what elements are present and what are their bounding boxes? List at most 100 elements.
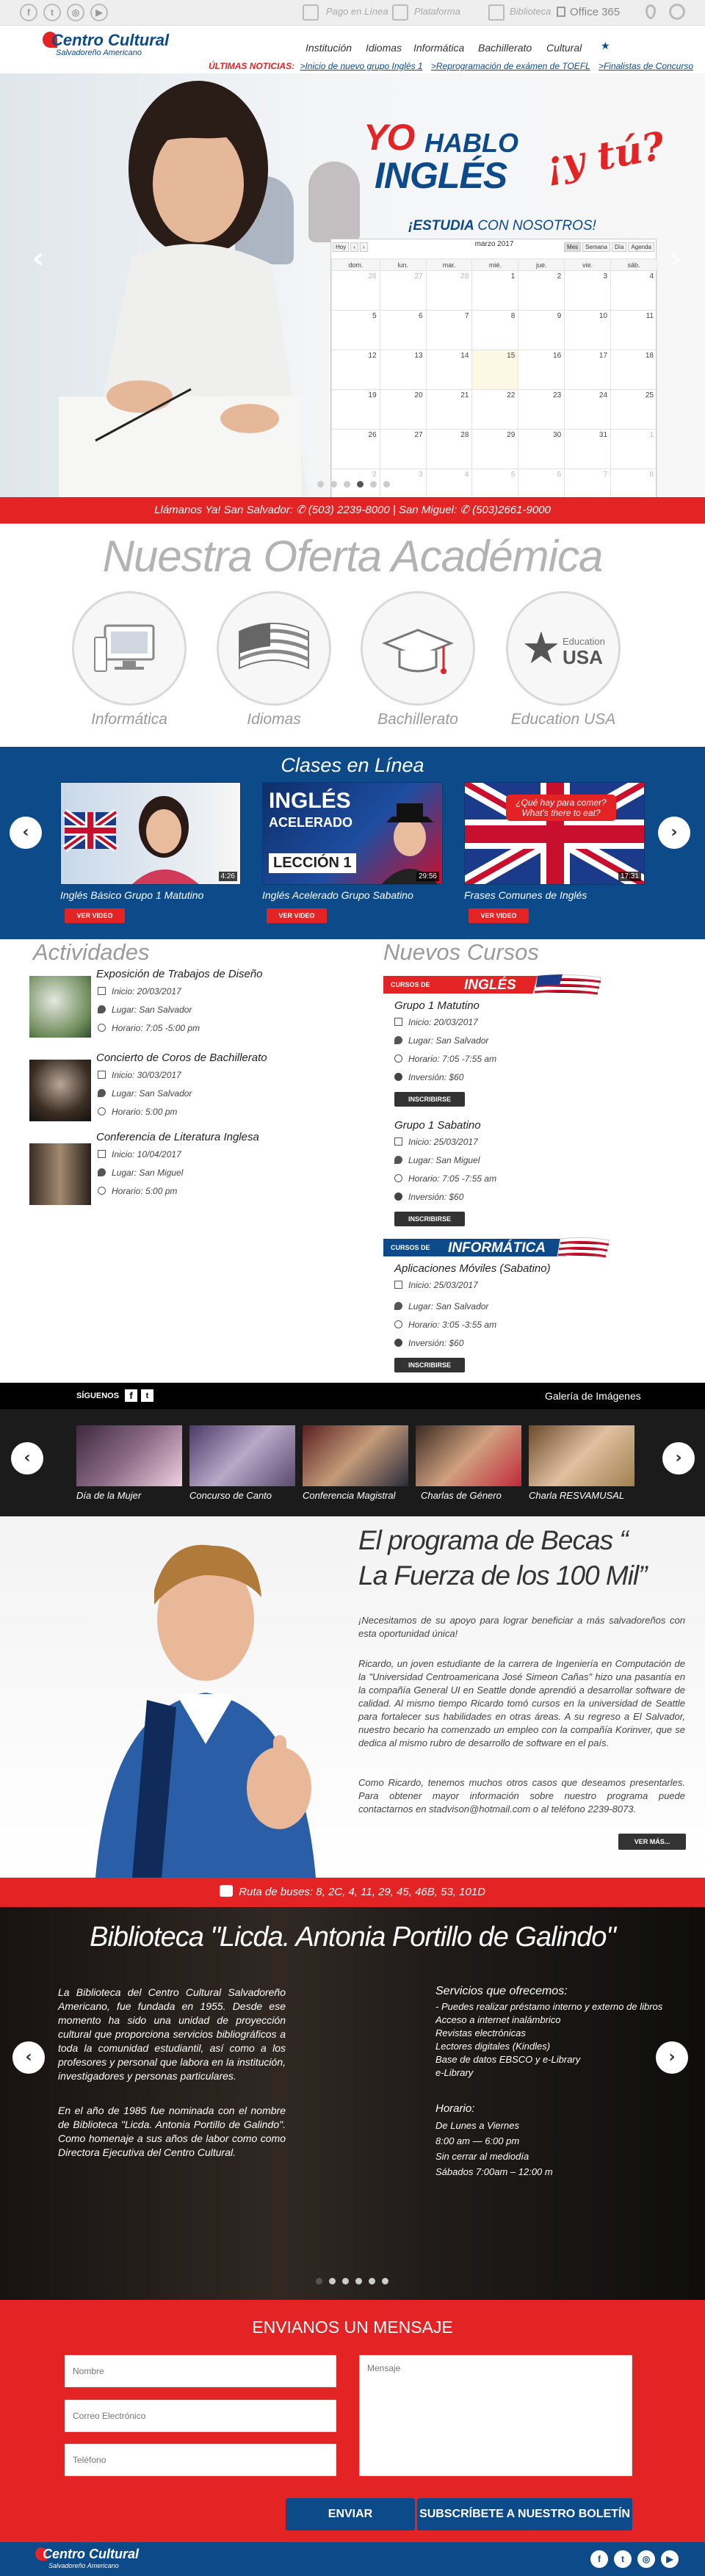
slider-dot[interactable] [382, 2278, 388, 2284]
calendar-day[interactable]: 1 [610, 429, 657, 469]
curso-title[interactable]: Grupo 1 Sabatino [394, 1119, 481, 1132]
video-thumb[interactable]: INGLÉS ACELERADO LECCIÓN 1 29:56 [262, 782, 443, 885]
slider-dot[interactable] [329, 2278, 336, 2284]
calendar-day[interactable]: 27 [379, 429, 427, 469]
gallery-caption[interactable]: Charlas de Género [421, 1490, 502, 1501]
instagram-icon[interactable]: ◎ [637, 2550, 655, 2568]
calendar-day[interactable]: 28 [425, 429, 473, 469]
calendar-day[interactable]: 6 [518, 468, 565, 497]
slider-dot[interactable] [355, 2278, 362, 2284]
informatica-circle[interactable] [72, 591, 187, 706]
inscribirse-button[interactable]: INSCRIBIRSE [394, 1212, 465, 1226]
calendar-day[interactable]: 7 [425, 310, 473, 350]
calendar-day[interactable]: 14 [425, 350, 473, 390]
activity-thumb[interactable] [29, 1060, 91, 1121]
video-title[interactable]: Frases Comunes de Inglés [464, 889, 587, 901]
gallery-caption[interactable]: Concurso de Canto [189, 1490, 272, 1501]
video-thumb[interactable]: 4:26 [60, 782, 241, 885]
calendar-day[interactable]: 19 [331, 389, 380, 430]
clases-prev-arrow[interactable]: ‹ [10, 817, 42, 849]
gallery-thumb[interactable] [189, 1425, 295, 1486]
instagram-icon[interactable]: ◎ [67, 4, 84, 21]
biblio-next-arrow[interactable]: › [656, 2041, 688, 2074]
gallery-thumb[interactable] [416, 1425, 521, 1486]
calendar-day[interactable]: 31 [564, 429, 612, 469]
calendar-day[interactable]: 8 [610, 468, 657, 497]
activity-title[interactable]: Exposición de Trabajos de Diseño [96, 968, 263, 980]
slider-dot[interactable] [316, 2278, 322, 2284]
slider-dot[interactable] [369, 2278, 375, 2284]
gallery-thumb[interactable] [529, 1425, 634, 1486]
calendar-day[interactable]: 26 [331, 429, 380, 469]
calendar-day[interactable]: 15 [471, 350, 519, 390]
label-idiomas[interactable]: Idiomas [200, 711, 347, 728]
ticker-item[interactable]: >Finalistas de Concurso [599, 61, 693, 71]
clases-next-arrow[interactable]: › [658, 817, 690, 849]
activity-thumb[interactable] [29, 1143, 91, 1205]
calendar-day[interactable]: 4 [610, 270, 657, 311]
calendar-day[interactable]: 2 [518, 270, 565, 311]
ticker-item[interactable]: >Reprogramación de exámen de TOEFL [431, 61, 590, 71]
calendar-day[interactable]: 26 [331, 270, 380, 311]
calendar-day[interactable]: 3 [564, 270, 612, 311]
calendar-day[interactable]: 29 [471, 429, 519, 469]
phone-san-salvador[interactable]: (503) 2239-8000 [308, 504, 390, 516]
office-link[interactable]: Office 365 [570, 6, 620, 18]
youtube-icon[interactable]: ▶ [661, 2550, 679, 2568]
gallery-caption[interactable]: Conferencia Magistral [303, 1490, 395, 1501]
calendar-day[interactable]: 1 [471, 270, 519, 311]
inscribirse-button[interactable]: INSCRIBIRSE [394, 1358, 465, 1372]
curso-title[interactable]: Grupo 1 Matutino [394, 999, 480, 1012]
calendar-day[interactable]: 17 [564, 350, 612, 390]
nombre-input[interactable] [65, 2355, 336, 2387]
calendar-day[interactable]: 13 [379, 350, 427, 390]
ticker-item[interactable]: >Inicio de nuevo grupo Inglés 1 [300, 61, 422, 71]
idiomas-circle[interactable] [217, 591, 331, 706]
twitter-icon[interactable]: t [614, 2550, 632, 2568]
map-pin-icon[interactable] [646, 4, 656, 19]
calendar-day[interactable]: 23 [518, 389, 565, 430]
curso-title[interactable]: Aplicaciones Móviles (Sabatino) [394, 1262, 551, 1275]
calendar-day[interactable]: 16 [518, 350, 565, 390]
label-education-usa[interactable]: Education USA [490, 711, 637, 728]
video-title[interactable]: Inglés Básico Grupo 1 Matutino [60, 889, 203, 901]
slider-dot[interactable] [370, 481, 377, 488]
galeria-prev-arrow[interactable]: ‹ [11, 1442, 43, 1475]
slider-dot[interactable] [357, 481, 364, 488]
youtube-icon[interactable]: ▶ [90, 4, 108, 21]
calendar-day[interactable]: 25 [610, 389, 657, 430]
video-thumb[interactable]: ¿Qué hay para comer? What's there to eat… [464, 782, 645, 885]
calendar-day[interactable]: 12 [331, 350, 380, 390]
biblio-prev-arrow[interactable]: ‹ [12, 2041, 45, 2074]
mensaje-textarea[interactable] [359, 2355, 632, 2476]
facebook-icon[interactable]: f [20, 4, 37, 21]
inscribirse-button[interactable]: INSCRIBIRSE [394, 1092, 465, 1107]
hero-prev-arrow[interactable]: ‹ [22, 242, 54, 275]
galeria-next-arrow[interactable]: › [662, 1442, 695, 1475]
ver-video-button[interactable]: VER VIDEO [267, 908, 327, 923]
footer-brand[interactable]: Centro Cultural [43, 2547, 139, 2562]
calendar-day-button[interactable]: Día [611, 242, 627, 252]
calendar-day[interactable]: 21 [425, 389, 473, 430]
calendar-day[interactable]: 28 [425, 270, 473, 311]
activity-thumb[interactable] [29, 976, 91, 1038]
twitter-icon[interactable]: t [141, 1389, 153, 1402]
calendar-day[interactable]: 9 [518, 310, 565, 350]
pago-link[interactable]: Pago en Línea [326, 6, 388, 17]
slider-dot[interactable] [330, 481, 337, 488]
calendar-agenda-button[interactable]: Agenda [628, 242, 654, 252]
phone-san-miguel[interactable]: (503)2661-9000 [472, 504, 551, 516]
activity-title[interactable]: Concierto de Coros de Bachillerato [96, 1052, 267, 1064]
gallery-thumb[interactable] [76, 1425, 182, 1486]
hero-next-arrow[interactable]: › [659, 242, 692, 275]
ver-video-button[interactable]: VER VIDEO [65, 908, 125, 923]
subscribe-button[interactable]: SUBSCRÍBETE A NUESTRO BOLETÍN [417, 2498, 632, 2530]
slider-dot[interactable] [344, 481, 350, 488]
calendar-day[interactable]: 5 [471, 468, 519, 497]
calendar-day[interactable]: 27 [379, 270, 427, 311]
label-informatica[interactable]: Informática [56, 711, 203, 728]
calendar-week-button[interactable]: Semana [582, 242, 610, 252]
brand-name[interactable]: Centro Cultural [51, 31, 169, 50]
plataforma-link[interactable]: Plataforma [414, 6, 460, 17]
search-icon[interactable] [669, 4, 685, 20]
